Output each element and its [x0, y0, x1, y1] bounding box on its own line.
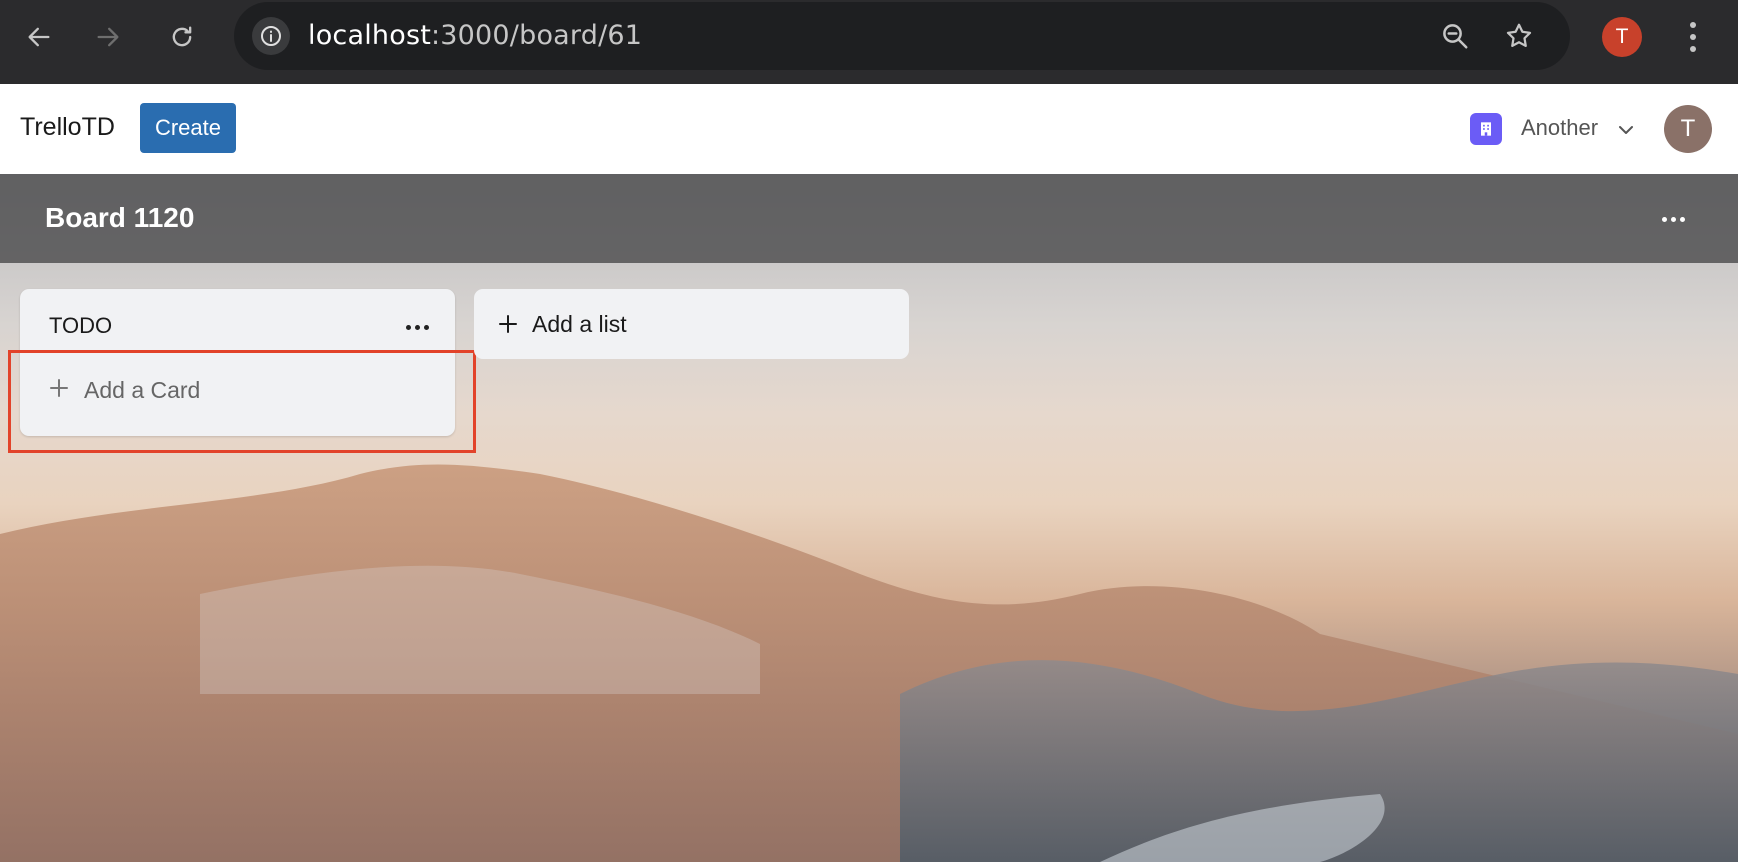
- back-button[interactable]: [16, 14, 62, 60]
- browser-profile-avatar[interactable]: T: [1602, 17, 1642, 57]
- plus-icon: [499, 315, 517, 333]
- arrow-left-icon: [28, 27, 50, 47]
- bookmark-star-icon[interactable]: [1502, 19, 1536, 53]
- zoom-icon[interactable]: [1438, 19, 1472, 53]
- list-title[interactable]: TODO: [49, 313, 112, 339]
- add-list-button[interactable]: Add a list: [474, 289, 909, 359]
- brand-logo[interactable]: TrelloTD: [20, 113, 115, 142]
- list-menu-icon[interactable]: [402, 312, 432, 342]
- board-menu-icon[interactable]: [1658, 204, 1688, 234]
- highlight-box: [8, 350, 476, 453]
- workspace-name[interactable]: Another: [1521, 115, 1598, 141]
- chevron-down-icon[interactable]: [1614, 118, 1638, 142]
- address-bar[interactable]: localhost:3000/board/61: [234, 2, 1570, 70]
- site-info-icon[interactable]: [252, 17, 290, 55]
- create-button[interactable]: Create: [140, 103, 236, 153]
- url-path: :3000/board/61: [431, 20, 643, 51]
- add-list-label: Add a list: [532, 311, 627, 337]
- url-host: localhost: [308, 20, 431, 51]
- board-background-image: [0, 464, 1738, 862]
- browser-toolbar: localhost:3000/board/61 T: [0, 0, 1738, 84]
- reload-button[interactable]: [159, 14, 205, 60]
- user-avatar[interactable]: T: [1664, 105, 1712, 153]
- board-canvas: Board 1120 TODO Add a Card Add a list: [0, 174, 1738, 862]
- app-header: TrelloTD Create Another T: [0, 84, 1738, 174]
- reload-icon: [172, 26, 192, 47]
- url-text: localhost:3000/board/61: [308, 20, 642, 51]
- board-title[interactable]: Board 1120: [45, 202, 194, 234]
- browser-menu-icon[interactable]: [1678, 14, 1708, 60]
- workspace-icon[interactable]: [1470, 113, 1502, 145]
- arrow-right-icon: [97, 27, 119, 47]
- forward-button[interactable]: [85, 14, 131, 60]
- board-header: Board 1120: [0, 174, 1738, 263]
